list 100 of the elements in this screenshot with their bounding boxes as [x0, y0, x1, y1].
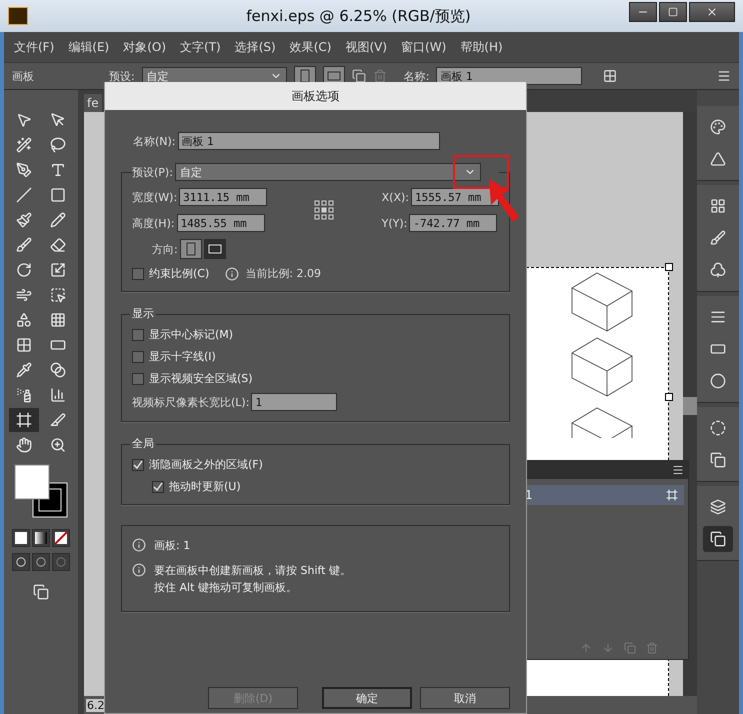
x-field[interactable]: 1555.57 mm: [411, 188, 499, 206]
orientation-label: 方向:: [152, 242, 178, 256]
checkbox[interactable]: 约束比例(C): [132, 266, 210, 281]
draw-normal-button[interactable]: [12, 553, 30, 571]
type-icon: [50, 162, 66, 178]
app-logo-icon: [8, 7, 28, 25]
checkbox[interactable]: 显示十字线(I): [132, 349, 499, 364]
width-field[interactable]: 3111.15 mm: [179, 188, 268, 206]
layers-icon: [710, 499, 726, 515]
copy-icon: [33, 584, 49, 600]
info-text: 要在画板中创建新画板，请按 Shift 键。: [154, 563, 351, 578]
scroll-thumb[interactable]: [683, 397, 697, 415]
copy-icon: [710, 531, 726, 547]
height-field[interactable]: 1485.55 mm: [176, 214, 265, 232]
brush-icon: [710, 230, 726, 246]
arrow-down-icon: [602, 642, 614, 654]
close-button[interactable]: [689, 2, 735, 22]
checkmark-icon: [133, 460, 143, 470]
arrow-pointer-icon: [16, 112, 32, 128]
checkbox[interactable]: 拖动时更新(U): [152, 479, 499, 494]
menu-item[interactable]: 文字(T): [180, 38, 221, 56]
preset-label: 预设(P):: [132, 164, 173, 180]
maximize-button[interactable]: [659, 2, 687, 22]
eyedropper-icon: [16, 362, 32, 378]
reference-point-icon[interactable]: [314, 200, 334, 220]
artboards-button[interactable]: [703, 526, 733, 552]
circle-icon: [56, 557, 66, 567]
draw-inside-button[interactable]: [52, 553, 70, 571]
club-icon: [710, 262, 726, 278]
landscape-page-icon: [326, 71, 341, 81]
paintbrush-icon: [16, 212, 32, 228]
menu-item[interactable]: 编辑(E): [68, 38, 110, 56]
menu-item[interactable]: 选择(S): [234, 38, 276, 56]
draw-behind-button[interactable]: [32, 553, 50, 571]
info-icon: [132, 538, 146, 552]
copy-icon: [710, 452, 726, 468]
pen-icon: [16, 162, 32, 178]
info-text: 画板: 1: [154, 538, 190, 553]
mesh-icon: [16, 337, 32, 353]
checkbox[interactable]: 渐隐画板之外的区域(F): [132, 457, 499, 472]
frame-icon: [16, 412, 32, 428]
dashed-select-icon: [50, 287, 66, 303]
frame-tool[interactable]: [9, 408, 39, 432]
resize-handle[interactable]: [665, 393, 673, 401]
zoom-icon: [50, 437, 66, 453]
checkmark-icon: [153, 482, 163, 492]
pencil-icon: [50, 212, 66, 228]
info-icon: [132, 563, 146, 577]
wind-icon: [16, 287, 32, 303]
shapes-icon: [16, 312, 32, 328]
document-tab[interactable]: fe: [84, 94, 102, 112]
group-title: 全局: [130, 436, 156, 451]
dialog-button[interactable]: 确定: [322, 687, 412, 709]
menu-item[interactable]: 效果(C): [290, 38, 332, 56]
menu-item[interactable]: 对象(O): [123, 38, 166, 56]
preset-dropdown[interactable]: 自定: [174, 163, 481, 181]
checkbox[interactable]: 显示中心标记(M): [132, 327, 499, 342]
group-title: 显示: [130, 306, 156, 321]
grid-icon: [50, 312, 66, 328]
menu-icon: [717, 69, 731, 83]
menu-item[interactable]: 帮助(H): [460, 38, 503, 56]
width-label: 宽度(W):: [132, 190, 178, 204]
scale-icon: [50, 262, 66, 278]
frame-icon: [666, 489, 678, 501]
copy-icon: [352, 69, 366, 83]
checkbox[interactable]: 显示视频安全区域(S): [132, 371, 499, 386]
slashed-square-icon: [55, 532, 67, 544]
blend-icon: [50, 362, 66, 378]
name-field[interactable]: 画板 1: [436, 67, 582, 85]
video-ratio-label: 视频标尺像素长宽比(L):: [132, 394, 250, 410]
name-field[interactable]: 画板 1: [178, 132, 440, 150]
info-icon: [225, 266, 240, 280]
panel-label: 画板: [12, 68, 35, 84]
height-label: 高度(H):: [132, 216, 175, 230]
rectangle-icon: [50, 187, 66, 203]
dialog-button[interactable]: 取消: [420, 687, 510, 709]
palette-icon: [710, 119, 726, 135]
arrow-up-icon: [580, 642, 592, 654]
menu-item[interactable]: 视图(V): [345, 38, 388, 56]
landscape-button[interactable]: [204, 239, 226, 259]
x-label: X(X):: [382, 190, 409, 204]
portrait-page-icon: [300, 69, 310, 83]
video-ratio-field[interactable]: 1: [251, 393, 338, 411]
pointer-icon: [50, 112, 66, 128]
menu-item[interactable]: 窗口(W): [401, 38, 446, 56]
y-field[interactable]: -742.77 mm: [409, 214, 498, 232]
color-mode-button[interactable]: [12, 529, 30, 547]
menu-item[interactable]: 文件(F): [14, 38, 54, 56]
maximize-icon: [668, 7, 678, 17]
landscape-page-icon: [208, 244, 222, 254]
brush-icon: [16, 237, 32, 253]
trash-icon: [646, 642, 658, 654]
filled-square-icon: [15, 532, 27, 544]
menu-icon: [672, 464, 684, 476]
none-mode-button[interactable]: [52, 529, 70, 547]
gradient-mode-button[interactable]: [32, 529, 50, 547]
resize-handle[interactable]: [665, 263, 673, 271]
zoom-field[interactable]: 6.2: [86, 698, 106, 712]
bar-chart-icon: [50, 387, 66, 403]
gradient-square-icon: [35, 532, 47, 544]
